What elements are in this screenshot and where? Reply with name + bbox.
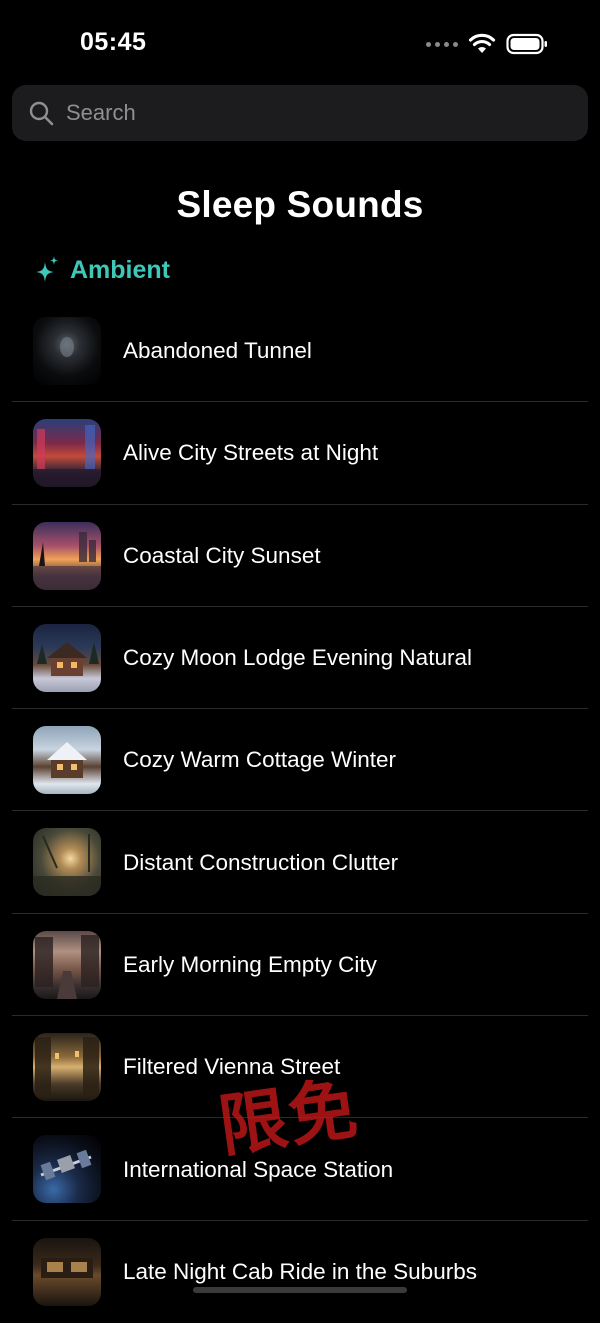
status-time: 05:45 [80, 28, 147, 56]
battery-icon [506, 33, 547, 55]
search-icon [29, 101, 54, 126]
list-item[interactable]: Alive City Streets at Night [0, 402, 600, 505]
section-header-ambient: Ambient [34, 255, 170, 285]
sound-thumbnail [33, 623, 101, 692]
sound-title: Distant Construction Clutter [123, 849, 399, 875]
sound-title: Early Morning Empty City [123, 951, 377, 977]
sound-thumbnail [33, 828, 101, 897]
list-item[interactable]: Cozy Warm Cottage Winter [0, 709, 600, 812]
sound-thumbnail [33, 1135, 101, 1204]
sound-thumbnail [33, 1237, 101, 1306]
section-title: Ambient [70, 255, 170, 284]
status-icons [426, 33, 548, 55]
sound-title: Cozy Moon Lodge Evening Natural [123, 645, 472, 671]
cellular-signal-icon [426, 41, 458, 47]
search-placeholder: Search [66, 100, 136, 125]
sound-title: Cozy Warm Cottage Winter [123, 747, 396, 773]
list-item[interactable]: Coastal City Sunset [0, 505, 600, 607]
list-item[interactable]: Distant Construction Clutter [0, 811, 600, 914]
sound-thumbnail [33, 930, 101, 999]
list-item[interactable]: Early Morning Empty City [0, 914, 600, 1017]
sound-list: Abandoned Tunnel Alive City Streets at N… [0, 300, 600, 1323]
sparkle-icon [36, 256, 58, 282]
wifi-icon [468, 33, 496, 53]
sound-thumbnail [33, 1033, 101, 1102]
home-indicator[interactable] [193, 1287, 407, 1293]
page-title: Sleep Sounds [176, 184, 424, 225]
sound-title: Alive City Streets at Night [123, 440, 379, 466]
sound-title: Late Night Cab Ride in the Suburbs [123, 1258, 477, 1284]
sound-thumbnail [33, 726, 101, 795]
list-item[interactable]: Abandoned Tunnel [0, 300, 600, 403]
search-input[interactable]: Search [12, 85, 588, 141]
sound-thumbnail [33, 317, 101, 385]
list-item[interactable]: Cozy Moon Lodge Evening Natural [0, 607, 600, 710]
status-bar: 05:45 [0, 0, 600, 80]
sound-thumbnail [33, 521, 101, 590]
sound-title: Abandoned Tunnel [123, 338, 312, 364]
list-item[interactable]: Late Night Cab Ride in the Suburbs [0, 1221, 600, 1323]
sound-thumbnail [33, 419, 101, 488]
sound-title: Coastal City Sunset [123, 542, 321, 568]
watermark-stamp: 限免 [214, 1069, 364, 1168]
